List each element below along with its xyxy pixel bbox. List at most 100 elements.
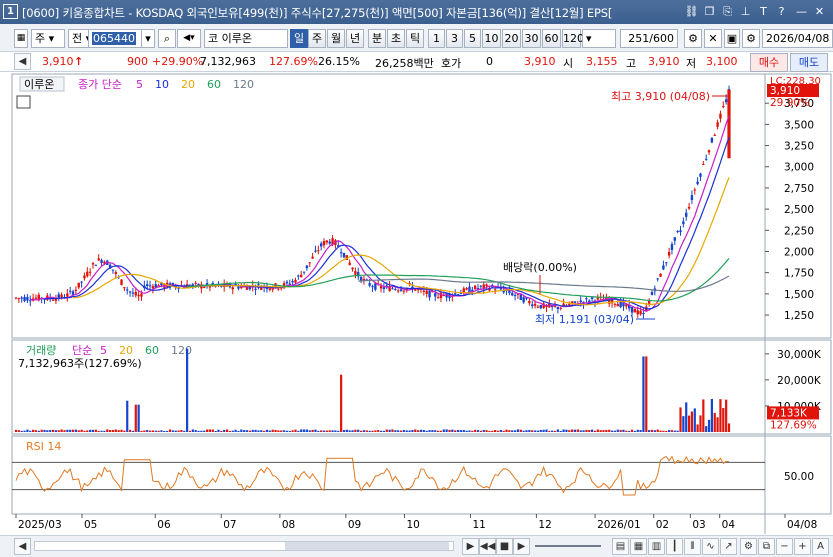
bar-icon[interactable]: ⫴ bbox=[684, 538, 701, 555]
volume-bar bbox=[168, 429, 172, 432]
volume-bar bbox=[676, 430, 679, 432]
volume-bar bbox=[220, 430, 223, 432]
date-field[interactable]: 2026/04/08 bbox=[762, 29, 833, 48]
stock-name-field[interactable]: 코 이루온 bbox=[204, 29, 288, 48]
volume-bar bbox=[471, 430, 474, 432]
volume-bar bbox=[456, 430, 460, 432]
compare-icon[interactable]: ⧉ bbox=[758, 538, 775, 555]
save-icon[interactable]: ▣ bbox=[724, 29, 740, 48]
reset-icon[interactable]: A bbox=[812, 538, 829, 555]
play-icon[interactable]: ▶ bbox=[513, 538, 530, 555]
interval-input[interactable]: ▾ bbox=[582, 29, 616, 48]
scroll-left-icon[interactable]: ◀ bbox=[14, 538, 31, 555]
interval-10[interactable]: 10 bbox=[482, 29, 501, 48]
font-icon[interactable]: T bbox=[756, 4, 771, 19]
interval-30[interactable]: 30 bbox=[522, 29, 541, 48]
market-select[interactable]: 주 ▾ bbox=[31, 29, 65, 48]
window-icon[interactable]: ❐ bbox=[702, 4, 717, 19]
candle-body bbox=[687, 206, 691, 209]
candle-body bbox=[29, 300, 32, 302]
sell-button[interactable]: 매도 bbox=[790, 53, 828, 72]
tab-tick[interactable]: 틱 bbox=[406, 29, 424, 48]
candle-body bbox=[151, 286, 155, 289]
line-icon[interactable]: ∿ bbox=[702, 538, 719, 555]
chevron-down-icon[interactable]: ▾ bbox=[141, 29, 155, 48]
volume-bar bbox=[542, 429, 545, 432]
tab-month[interactable]: 월 bbox=[327, 29, 345, 48]
scrollbar-track[interactable] bbox=[34, 541, 454, 551]
tool-icon[interactable]: ⚙ bbox=[684, 29, 702, 48]
close-icon[interactable]: ✕ bbox=[812, 4, 827, 19]
volume-bar bbox=[100, 430, 103, 432]
candle-body bbox=[399, 289, 403, 291]
volume-bar bbox=[277, 430, 280, 432]
speaker-icon[interactable]: ◀▾ bbox=[177, 29, 201, 48]
indicator-icon[interactable]: ↗ bbox=[720, 538, 737, 555]
data-count-field[interactable]: 251/600 bbox=[620, 29, 678, 48]
settings-icon[interactable]: ⚙ bbox=[742, 29, 760, 48]
crosshair-icon[interactable]: ✕ bbox=[704, 29, 722, 48]
candle-body bbox=[722, 106, 725, 108]
volume-bar bbox=[502, 430, 505, 432]
zoom-in-icon[interactable]: + bbox=[794, 538, 811, 555]
candle-body bbox=[619, 301, 622, 308]
volume-bar bbox=[340, 374, 343, 432]
link-icon[interactable]: ⛓ bbox=[684, 4, 699, 19]
volume-bar bbox=[137, 404, 140, 432]
chart-area[interactable]: 3,7503,5003,2503,0002,7502,5002,2502,000… bbox=[0, 72, 833, 535]
candle-body bbox=[342, 252, 346, 258]
tab-year[interactable]: 년 bbox=[346, 29, 364, 48]
scrollbar-thumb[interactable] bbox=[285, 542, 449, 550]
volume-bar bbox=[639, 429, 642, 432]
volume-bar bbox=[514, 430, 517, 432]
volume-bar bbox=[111, 429, 115, 432]
pin-icon[interactable]: ⊥ bbox=[738, 4, 753, 19]
rewind-icon[interactable]: ◀◀ bbox=[479, 538, 496, 555]
candle-body bbox=[319, 243, 323, 247]
buy-button[interactable]: 매수 bbox=[750, 53, 788, 72]
candle-body bbox=[676, 230, 679, 232]
window-index[interactable]: 1 bbox=[3, 4, 18, 19]
candle-body bbox=[314, 250, 317, 252]
layout-icon[interactable]: ▤ bbox=[612, 538, 629, 555]
volume-bar bbox=[328, 430, 331, 432]
interval-1[interactable]: 1 bbox=[428, 29, 445, 48]
tab-day[interactable]: 일 bbox=[290, 29, 308, 48]
tab-week[interactable]: 주 bbox=[308, 29, 326, 48]
volume-bar bbox=[377, 430, 380, 432]
interval-60[interactable]: 60 bbox=[542, 29, 561, 48]
minimize-icon[interactable]: — bbox=[794, 4, 809, 19]
tab-minute[interactable]: 분 bbox=[368, 29, 386, 48]
interval-120[interactable]: 120 bbox=[562, 29, 584, 48]
scroll-right-icon[interactable]: ▶ bbox=[462, 538, 479, 555]
interval-20[interactable]: 20 bbox=[502, 29, 521, 48]
volume-bar bbox=[419, 429, 423, 432]
y-tick-label: 3,250 bbox=[784, 141, 814, 153]
bid-value: 0 bbox=[486, 55, 493, 68]
chart-type-icon[interactable]: ▥ bbox=[648, 538, 665, 555]
search-icon[interactable]: ⌕ bbox=[158, 29, 176, 48]
prev-close-label: LC:228.30 bbox=[770, 76, 821, 87]
zoom-out-icon[interactable]: − bbox=[776, 538, 793, 555]
tab-second[interactable]: 초 bbox=[387, 29, 405, 48]
help-icon[interactable]: ? bbox=[774, 4, 789, 19]
candle-body bbox=[716, 122, 719, 127]
x-tick-label: 06 bbox=[157, 519, 171, 531]
copy-icon[interactable]: ⎘ bbox=[720, 4, 735, 19]
zoom-slider[interactable] bbox=[535, 545, 601, 547]
ma-legend-10: 10 bbox=[155, 78, 169, 91]
ma-legend-60: 60 bbox=[207, 78, 221, 91]
candle-body bbox=[74, 289, 78, 291]
volume-bar bbox=[625, 430, 628, 432]
expand-icon[interactable]: ◀ bbox=[14, 53, 31, 70]
interval-5[interactable]: 5 bbox=[464, 29, 481, 48]
candle-icon[interactable]: ┃ bbox=[666, 538, 683, 555]
stop-icon[interactable]: ■ bbox=[496, 538, 513, 555]
candle-body bbox=[260, 287, 263, 290]
grid-layout-icon[interactable]: ▦ bbox=[630, 538, 647, 555]
interval-3[interactable]: 3 bbox=[446, 29, 463, 48]
candle-body bbox=[394, 289, 397, 291]
grid-icon[interactable]: ▦ bbox=[14, 29, 28, 48]
table-icon[interactable] bbox=[16, 95, 31, 109]
settings-gear-icon[interactable]: ⚙ bbox=[740, 538, 757, 555]
